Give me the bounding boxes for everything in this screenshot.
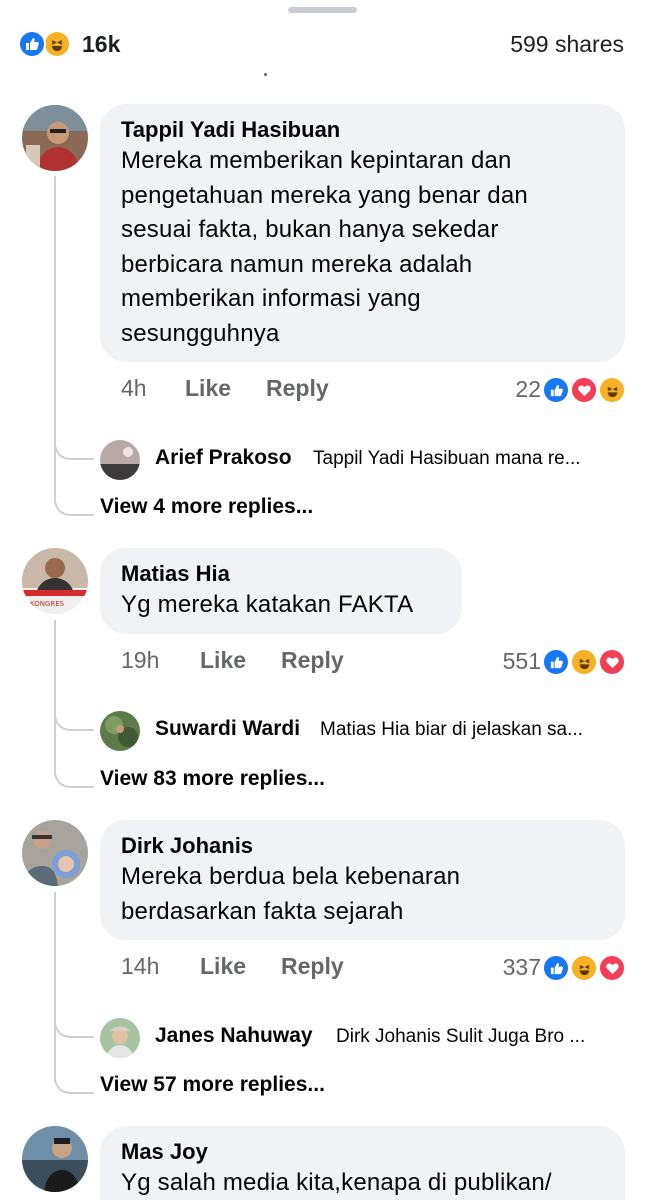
like-button[interactable]: Like — [185, 375, 231, 402]
comment-reactions[interactable]: 551 — [476, 648, 626, 676]
more-connector — [54, 752, 94, 788]
summary-reaction-icons[interactable] — [18, 30, 78, 60]
comment-time: 19h — [121, 647, 160, 673]
like-icon — [542, 954, 570, 982]
shares-count[interactable]: 599 shares — [510, 31, 624, 58]
view-more-replies[interactable]: View 83 more replies... — [100, 767, 325, 791]
reply-connector — [54, 691, 94, 731]
reply-button[interactable]: Reply — [281, 647, 344, 674]
comment-actions: 19h Like Reply 551 — [121, 647, 626, 681]
reply-connector — [54, 420, 94, 460]
comment-author[interactable]: Dirk Johanis — [121, 832, 605, 860]
reply-author[interactable]: Janes Nahuway — [155, 1024, 313, 1048]
comment-bubble[interactable]: Matias Hia Yg mereka katakan FAKTA — [100, 548, 462, 634]
haha-icon — [43, 30, 71, 58]
like-icon — [542, 648, 570, 676]
love-icon — [570, 376, 598, 404]
avatar[interactable] — [22, 1126, 88, 1192]
comment-actions: 4h Like Reply 22 — [121, 375, 626, 409]
view-more-replies[interactable]: View 57 more replies... — [100, 1073, 325, 1097]
svg-text:KONGRES: KONGRES — [30, 600, 65, 608]
more-connector — [54, 1058, 94, 1094]
reply-preview[interactable]: Arief Prakoso Tappil Yadi Hasibuan mana … — [100, 440, 625, 484]
reply-author[interactable]: Suwardi Wardi — [155, 717, 300, 741]
comment-bubble[interactable]: Mas Joy Yg salah media kita,kenapa di pu… — [100, 1126, 625, 1200]
comment-author[interactable]: Matias Hia — [121, 560, 442, 588]
comments-sheet: 16k 599 shares Tappil Yadi Hasibuan Mere… — [0, 0, 645, 1200]
comment-bubble[interactable]: Tappil Yadi Hasibuan Mereka memberikan k… — [100, 104, 625, 362]
thread-line — [54, 892, 56, 1082]
love-icon — [598, 648, 626, 676]
reaction-count: 551 — [502, 648, 541, 674]
more-connector — [54, 480, 94, 516]
like-icon — [18, 30, 46, 58]
reply-preview[interactable]: Janes Nahuway Dirk Johanis Sulit Juga Br… — [100, 1018, 625, 1062]
reply-avatar[interactable] — [100, 1018, 140, 1058]
reply-avatar[interactable] — [100, 440, 140, 480]
comment-reactions[interactable]: 337 — [476, 954, 626, 982]
comment-bubble[interactable]: Dirk Johanis Mereka berdua bela kebenara… — [100, 820, 625, 940]
reply-preview[interactable]: Suwardi Wardi Matias Hia biar di jelaska… — [100, 711, 625, 755]
reply-snippet: Tappil Yadi Hasibuan mana re... — [313, 448, 581, 469]
reply-snippet: Dirk Johanis Sulit Juga Bro ... — [336, 1026, 586, 1047]
separator-dot — [264, 73, 267, 76]
reply-author[interactable]: Arief Prakoso — [155, 446, 292, 470]
view-more-replies[interactable]: View 4 more replies... — [100, 495, 313, 519]
reply-button[interactable]: Reply — [281, 953, 344, 980]
comment-time: 4h — [121, 375, 147, 401]
comment-text: Yg mereka katakan FAKTA — [121, 591, 414, 618]
sheet-drag-handle[interactable] — [288, 7, 357, 13]
like-button[interactable]: Like — [200, 953, 246, 980]
haha-icon — [570, 954, 598, 982]
comment-actions: 14h Like Reply 337 — [121, 953, 626, 987]
avatar[interactable] — [22, 105, 88, 171]
avatar[interactable]: KONGRES — [22, 548, 88, 614]
reply-connector — [54, 998, 94, 1038]
like-button[interactable]: Like — [200, 647, 246, 674]
haha-icon — [598, 376, 626, 404]
reaction-count: 22 — [515, 376, 541, 402]
love-icon — [598, 954, 626, 982]
haha-icon — [570, 648, 598, 676]
reaction-count: 337 — [502, 954, 541, 980]
reply-snippet: Matias Hia biar di jelaskan sa... — [320, 719, 583, 740]
comment-author[interactable]: Tappil Yadi Hasibuan — [121, 116, 605, 144]
comment-author[interactable]: Mas Joy — [121, 1138, 605, 1166]
avatar[interactable] — [22, 820, 88, 886]
reaction-total[interactable]: 16k — [82, 31, 120, 58]
comment-reactions[interactable]: 22 — [476, 376, 626, 404]
comment-text: Mereka memberikan kepintaran dan pengeta… — [121, 147, 528, 347]
reply-avatar[interactable] — [100, 711, 140, 751]
comment-time: 14h — [121, 953, 160, 979]
reactions-summary-bar[interactable]: 16k 599 shares — [0, 26, 645, 66]
comment-text: Yg salah media kita,kenapa di publikan/ — [121, 1169, 552, 1196]
reply-button[interactable]: Reply — [266, 375, 329, 402]
like-icon — [542, 376, 570, 404]
comment-text: Mereka berdua bela kebenaran berdasarkan… — [121, 863, 461, 925]
